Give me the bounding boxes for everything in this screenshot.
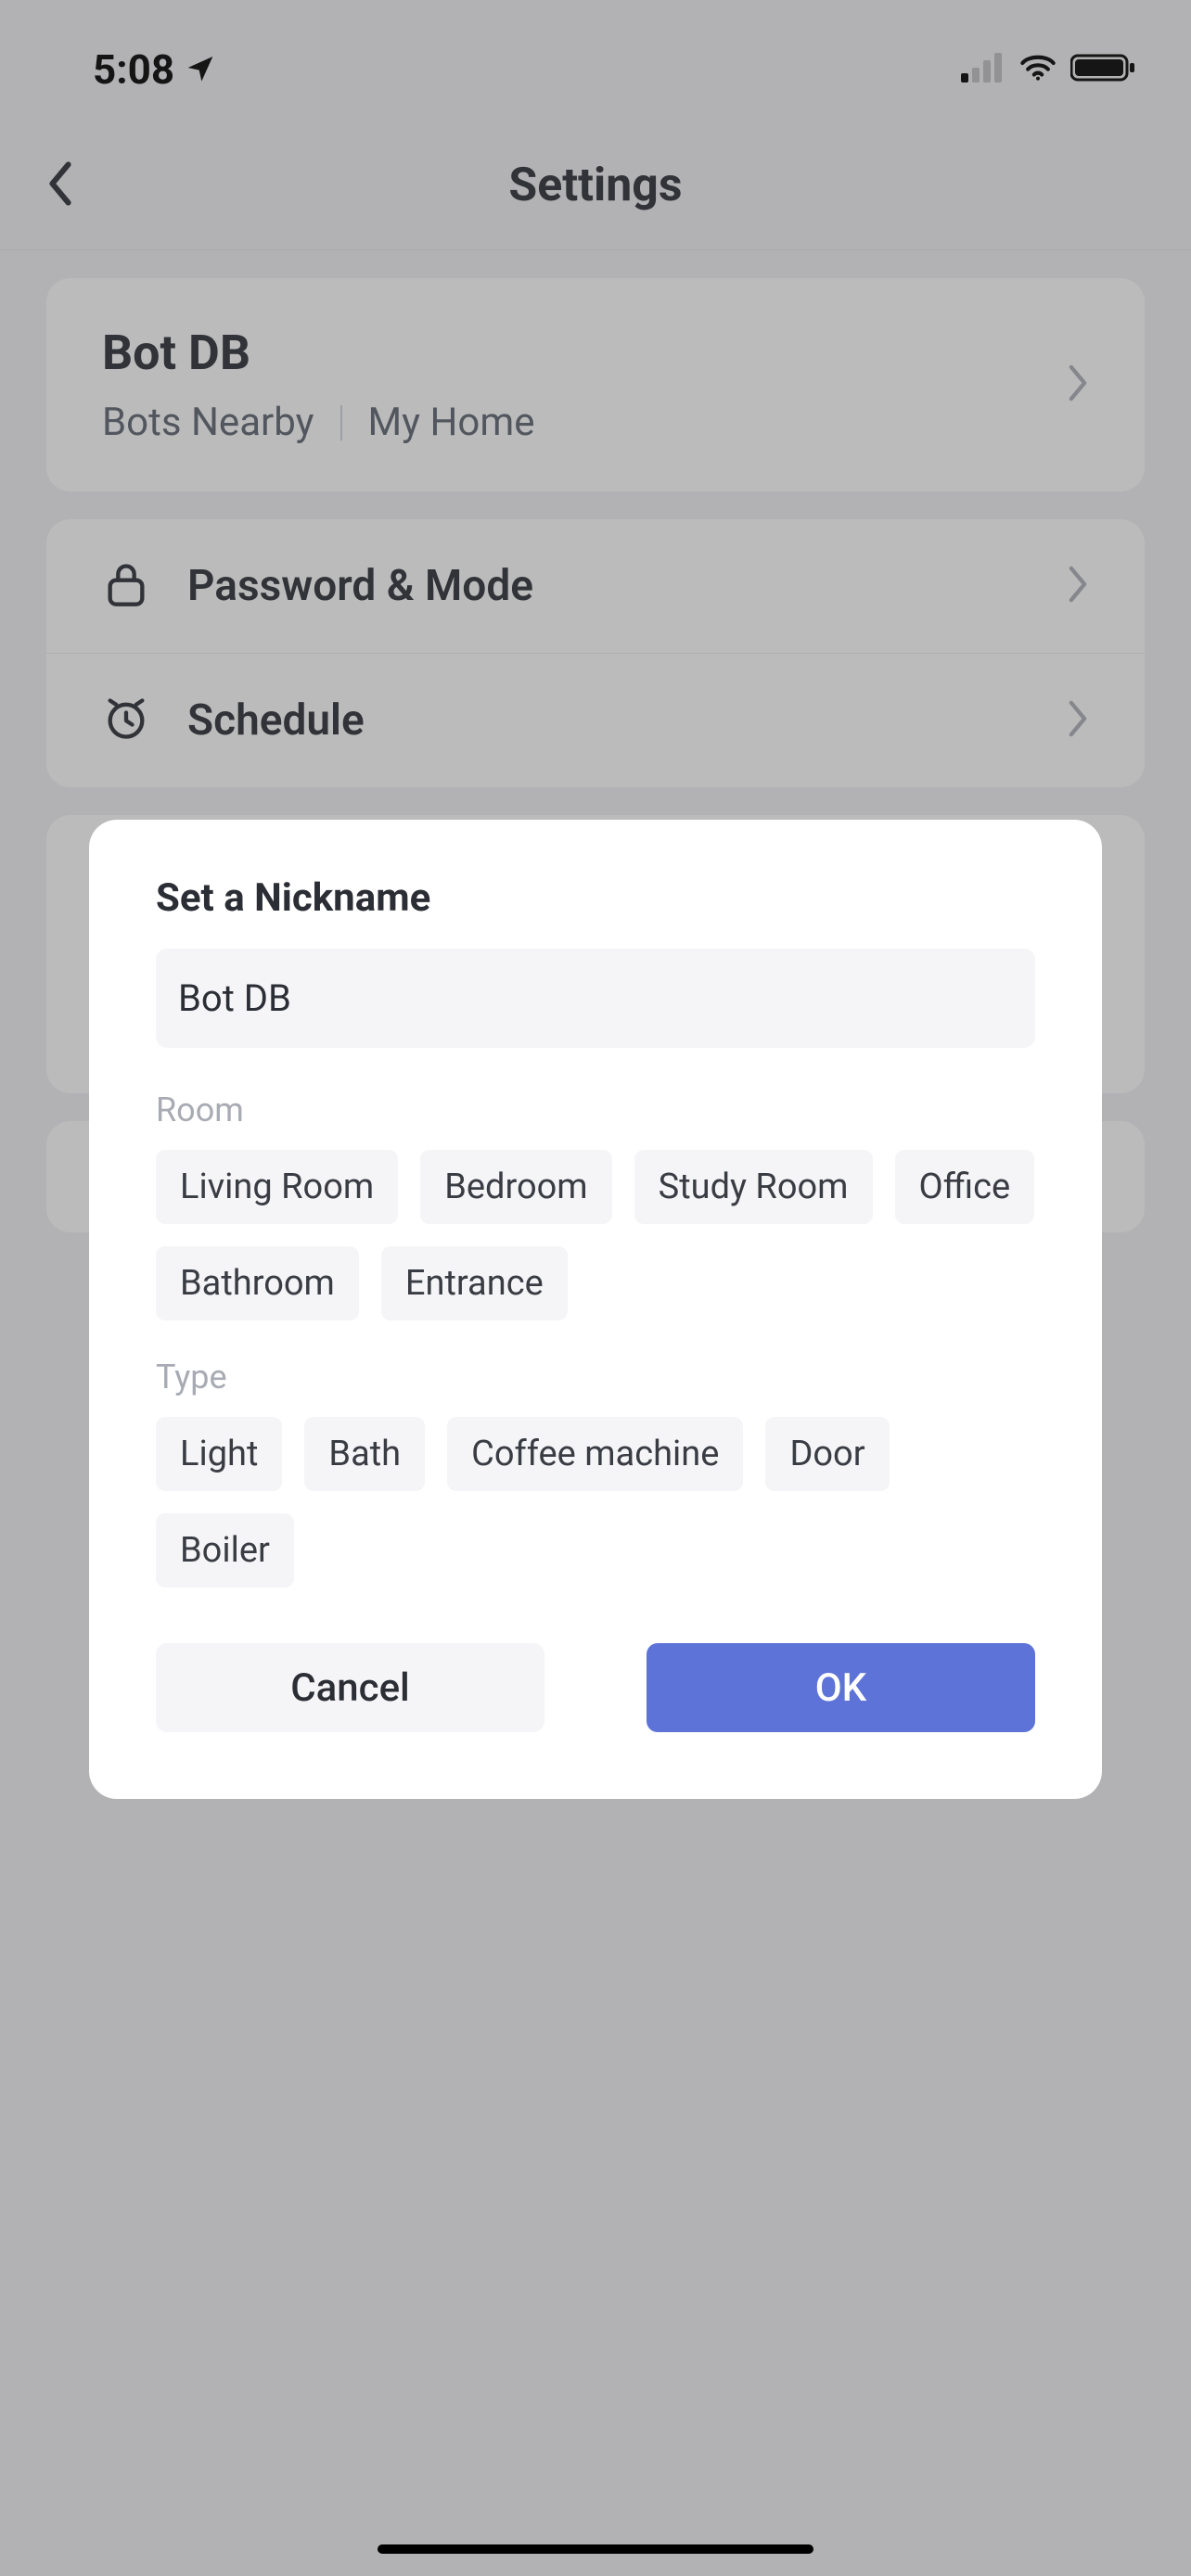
chip-bath[interactable]: Bath xyxy=(304,1417,425,1491)
room-section-label: Room xyxy=(156,1090,1035,1129)
cancel-button[interactable]: Cancel xyxy=(156,1643,544,1732)
chip-door[interactable]: Door xyxy=(765,1417,889,1491)
ok-button[interactable]: OK xyxy=(647,1643,1035,1732)
chip-office[interactable]: Office xyxy=(895,1150,1035,1224)
nickname-input[interactable] xyxy=(156,949,1035,1048)
chip-boiler[interactable]: Boiler xyxy=(156,1513,294,1588)
room-chips: Living Room Bedroom Study Room Office Ba… xyxy=(156,1150,1035,1320)
chip-entrance[interactable]: Entrance xyxy=(381,1246,568,1320)
chip-light[interactable]: Light xyxy=(156,1417,282,1491)
nickname-dialog: Set a Nickname Room Living Room Bedroom … xyxy=(89,820,1102,1799)
chip-coffee-machine[interactable]: Coffee machine xyxy=(447,1417,743,1491)
chip-living-room[interactable]: Living Room xyxy=(156,1150,398,1224)
chip-study-room[interactable]: Study Room xyxy=(634,1150,873,1224)
type-chips: Light Bath Coffee machine Door Boiler xyxy=(156,1417,1035,1588)
dialog-title: Set a Nickname xyxy=(156,875,1035,921)
dialog-actions: Cancel OK xyxy=(156,1643,1035,1732)
home-indicator[interactable] xyxy=(378,2544,813,2554)
chip-bathroom[interactable]: Bathroom xyxy=(156,1246,359,1320)
chip-bedroom[interactable]: Bedroom xyxy=(420,1150,611,1224)
type-section-label: Type xyxy=(156,1358,1035,1396)
